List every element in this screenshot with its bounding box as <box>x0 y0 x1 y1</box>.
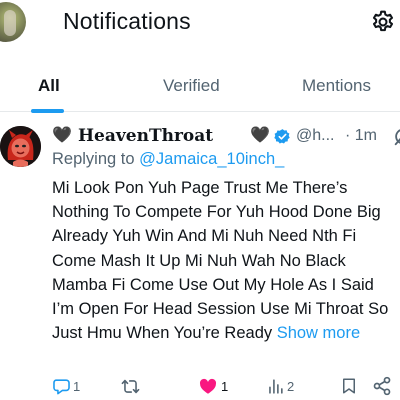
black-heart-emoji: 🖤 <box>52 127 72 144</box>
author-avatar[interactable] <box>0 126 41 167</box>
profile-avatar[interactable] <box>0 2 26 42</box>
views-count: 2 <box>287 378 295 394</box>
share-icon <box>373 376 391 396</box>
verified-badge-icon <box>274 128 291 145</box>
bookmark-icon <box>343 378 355 394</box>
share-button[interactable] <box>372 375 392 397</box>
tweet-header: 🖤 HeavenThroat 🖤 @h... · 1m <box>52 125 400 147</box>
replying-to-label: Replying to <box>52 150 135 168</box>
tweet-actions: 1 1 2 <box>0 375 400 399</box>
analytics-icon <box>269 378 283 394</box>
reply-button[interactable]: 1 <box>52 375 80 397</box>
tweet-time: · 1m <box>345 127 377 144</box>
top-bar: Notifications <box>0 0 400 46</box>
settings-button[interactable] <box>370 9 396 35</box>
black-heart-emoji: 🖤 <box>250 127 270 144</box>
tweet-body: Mi Look Pon Yuh Page Trust Me There’s No… <box>52 176 397 345</box>
heart-icon <box>199 378 217 394</box>
tab-all[interactable]: All <box>38 76 60 96</box>
notification-tabs: All Verified Mentions <box>0 64 400 113</box>
page-title: Notifications <box>63 8 191 34</box>
bookmark-button[interactable] <box>340 375 358 397</box>
gear-icon <box>372 10 394 32</box>
show-more-link[interactable]: Show more <box>277 324 360 342</box>
reply-count: 1 <box>73 378 81 394</box>
tab-verified[interactable]: Verified <box>163 76 220 96</box>
replying-to-handle[interactable]: @Jamaica_10inch_ <box>139 150 284 168</box>
like-count: 1 <box>221 378 229 394</box>
replying-to: Replying to @Jamaica_10inch_ <box>52 150 284 169</box>
tweet-text: Mi Look Pon Yuh Page Trust Me There’s No… <box>52 179 389 343</box>
like-button[interactable]: 1 <box>198 375 228 397</box>
reply-icon <box>53 378 70 394</box>
notification-tweet[interactable]: 🖤 HeavenThroat 🖤 @h... · 1m Replying to … <box>0 113 400 400</box>
views-button[interactable]: 2 <box>266 375 294 397</box>
author-name[interactable]: HeavenThroat <box>78 126 213 146</box>
grok-icon[interactable] <box>392 125 400 147</box>
author-handle[interactable]: @h... <box>296 127 334 145</box>
retweet-icon <box>121 379 140 393</box>
tab-mentions[interactable]: Mentions <box>302 76 371 96</box>
retweet-button[interactable] <box>120 375 143 397</box>
